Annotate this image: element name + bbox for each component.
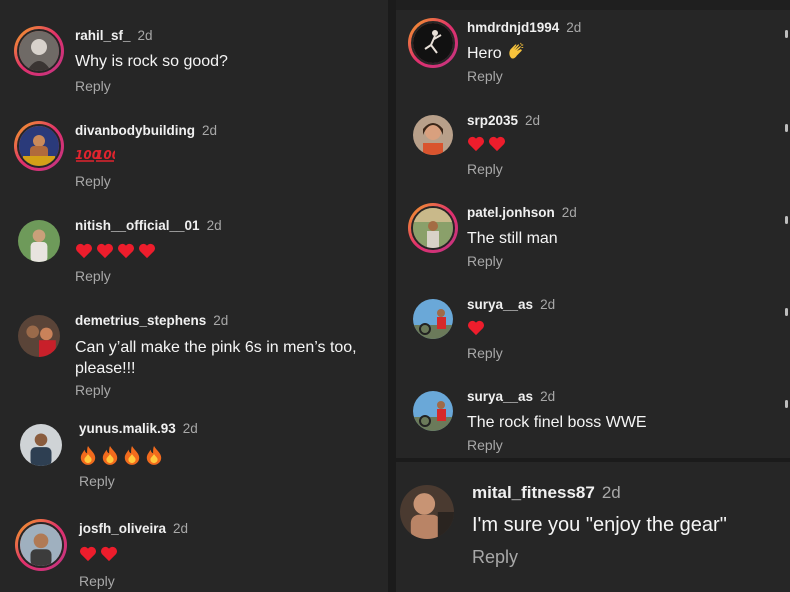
reply-button[interactable]: Reply: [75, 78, 111, 94]
fire-icon: [124, 446, 140, 465]
avatar-photo: [19, 126, 59, 166]
fire-icon: [80, 446, 96, 465]
username[interactable]: nitish__official__01 2d: [75, 218, 222, 233]
avatar-photo: [413, 23, 453, 63]
red-heart-icon: [139, 243, 155, 259]
red-heart-icon: [489, 136, 505, 152]
timestamp: 2d: [173, 521, 189, 536]
timestamp: 2d: [525, 113, 541, 128]
clapping-hands-icon: [509, 42, 524, 59]
red-heart-icon: [80, 546, 96, 562]
comment-text: The still man: [467, 230, 558, 247]
timestamp: 2d: [182, 421, 198, 436]
edge-indicator: [785, 124, 788, 132]
timestamp: 2d: [137, 28, 153, 43]
username[interactable]: rahil_sf_ 2d: [75, 28, 153, 43]
avatar[interactable]: [20, 424, 62, 466]
avatar[interactable]: [400, 485, 454, 539]
red-heart-icon: [76, 243, 92, 259]
avatar-photo: [18, 220, 60, 262]
comment-text: The rock finel boss WWE: [467, 414, 647, 431]
reply-button[interactable]: Reply: [79, 473, 115, 489]
avatar[interactable]: [408, 203, 458, 253]
avatar-photo: [18, 315, 60, 357]
avatar[interactable]: [15, 519, 67, 571]
comment-emoji: [79, 445, 163, 465]
username[interactable]: srp2035 2d: [467, 113, 540, 128]
timestamp: 2d: [540, 389, 556, 404]
comments-panel-bottom: mital_fitness87 2d I'm sure you "enjoy th…: [396, 462, 790, 592]
reply-button[interactable]: Reply: [467, 253, 503, 269]
red-heart-icon: [101, 546, 117, 562]
edge-indicator: [785, 400, 788, 408]
reply-button[interactable]: Reply: [467, 437, 503, 453]
red-heart-icon: [468, 136, 484, 152]
avatar-photo: [413, 299, 453, 339]
avatar-photo: [400, 485, 454, 539]
username[interactable]: demetrius_stephens 2d: [75, 313, 228, 328]
avatar[interactable]: [14, 26, 64, 76]
avatar-photo: [413, 391, 453, 431]
avatar[interactable]: [18, 315, 60, 357]
fire-icon: [102, 446, 118, 465]
timestamp: 2d: [540, 297, 556, 312]
red-heart-icon: [468, 320, 484, 336]
username[interactable]: josfh_oliveira 2d: [79, 521, 188, 536]
avatar-photo: [413, 115, 453, 155]
comment-emoji: [75, 243, 156, 259]
timestamp: 2d: [206, 218, 222, 233]
username[interactable]: surya__as 2d: [467, 297, 555, 312]
hundred-points-icon: 100 100: [75, 148, 115, 162]
red-heart-icon: [97, 243, 113, 259]
avatar-photo: [20, 524, 62, 566]
comments-panel-left: rahil_sf_ 2d Why is rock so good? Reply d…: [0, 0, 388, 592]
avatar[interactable]: [413, 115, 453, 155]
avatar[interactable]: [413, 299, 453, 339]
avatar[interactable]: [413, 391, 453, 431]
comment-emoji: [467, 320, 485, 336]
fire-icon: [146, 446, 162, 465]
avatar[interactable]: [14, 121, 64, 171]
username[interactable]: patel.jonhson 2d: [467, 205, 577, 220]
username[interactable]: mital_fitness87 2d: [472, 483, 621, 503]
comment-emoji: 100 100: [75, 146, 115, 164]
avatar-photo: [413, 208, 453, 248]
timestamp: 2d: [601, 483, 621, 502]
comment-emoji: [467, 136, 506, 152]
comment-text: Can y’all make the pink 6s in men’s too,…: [75, 339, 357, 377]
username[interactable]: yunus.malik.93 2d: [79, 421, 198, 436]
reply-button[interactable]: Reply: [472, 547, 518, 568]
svg-text:100: 100: [95, 148, 115, 162]
username[interactable]: surya__as 2d: [467, 389, 555, 404]
comment-text: I'm sure you "enjoy the gear": [472, 514, 727, 536]
edge-indicator: [785, 216, 788, 224]
reply-button[interactable]: Reply: [467, 345, 503, 361]
avatar-photo: [20, 424, 62, 466]
timestamp: 2d: [561, 205, 577, 220]
comment-emoji: [79, 546, 118, 562]
username[interactable]: divanbodybuilding 2d: [75, 123, 217, 138]
reply-button[interactable]: Reply: [75, 382, 111, 398]
panel-divider: [388, 0, 396, 592]
avatar[interactable]: [18, 220, 60, 262]
avatar-photo: [19, 31, 59, 71]
reply-button[interactable]: Reply: [467, 68, 503, 84]
edge-indicator: [785, 30, 788, 38]
avatar[interactable]: [408, 18, 458, 68]
edge-indicator: [785, 308, 788, 316]
reply-button[interactable]: Reply: [467, 161, 503, 177]
timestamp: 2d: [566, 20, 582, 35]
top-bar: [396, 0, 790, 10]
timestamp: 2d: [213, 313, 229, 328]
reply-button[interactable]: Reply: [75, 268, 111, 284]
reply-button[interactable]: Reply: [79, 573, 115, 589]
username[interactable]: hmdrdnjd1994 2d: [467, 20, 581, 35]
comment-text: Hero: [467, 42, 525, 64]
comments-panel-right: hmdrdnjd1994 2d Hero Reply srp2035 2d Repl…: [396, 0, 790, 458]
timestamp: 2d: [202, 123, 218, 138]
comment-text: Why is rock so good?: [75, 53, 228, 70]
reply-button[interactable]: Reply: [75, 173, 111, 189]
red-heart-icon: [118, 243, 134, 259]
